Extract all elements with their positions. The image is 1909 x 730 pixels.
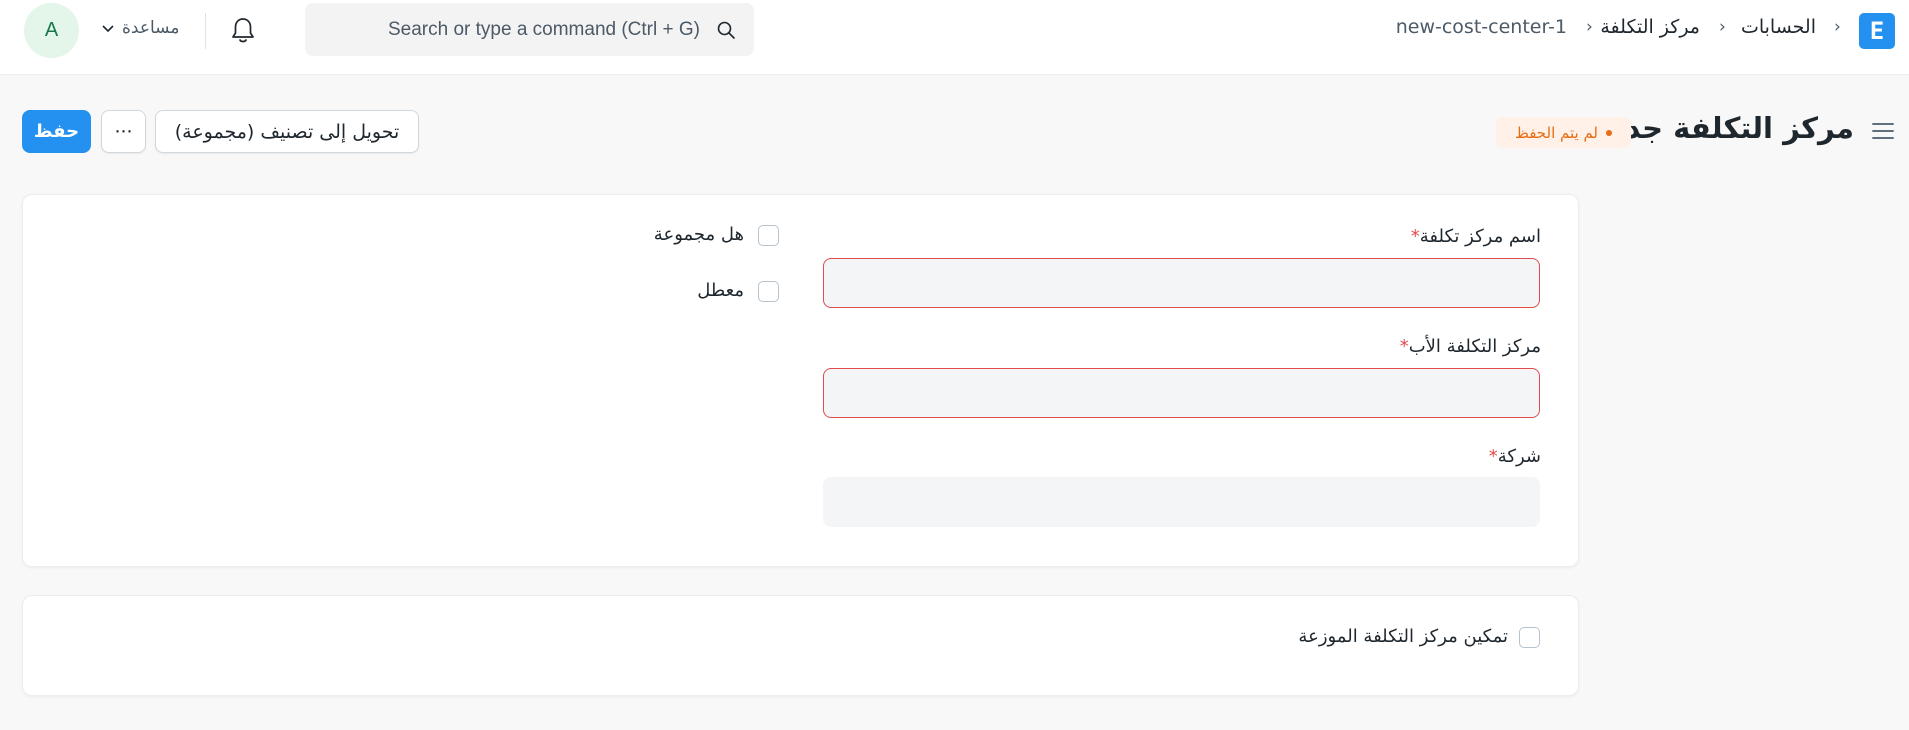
company-label: شركة* [1485, 446, 1541, 467]
disabled-checkbox[interactable] [758, 281, 779, 302]
navbar-divider [205, 13, 206, 49]
search-icon [716, 20, 736, 44]
save-button[interactable]: حفظ [22, 110, 91, 153]
chevron-down-icon [102, 18, 114, 38]
parent-cost-center-input[interactable] [823, 368, 1540, 418]
company-label-text: شركة [1497, 446, 1541, 467]
breadcrumb-separator-icon: › [1586, 17, 1593, 37]
breadcrumb-item-current: new-cost-center-1 [1395, 16, 1567, 38]
cost-center-name-input[interactable] [823, 258, 1540, 308]
avatar[interactable]: A [24, 3, 79, 58]
is-group-label[interactable]: هل مجموعة [654, 224, 744, 245]
parent-cost-center-label-text: مركز التكلفة الأب [1408, 336, 1541, 357]
required-marker: * [1410, 226, 1420, 247]
breadcrumb-item-cost-center[interactable]: مركز التكلفة [1600, 16, 1700, 38]
breadcrumb-separator-icon: › [1834, 17, 1841, 37]
company-input[interactable] [823, 477, 1540, 527]
help-dropdown[interactable]: مساعدة [102, 18, 179, 38]
status-badge: لم يتم الحفظ [1496, 117, 1631, 148]
app-logo[interactable]: E [1859, 13, 1895, 49]
help-label: مساعدة [122, 18, 180, 38]
breadcrumb-item-accounts[interactable]: الحسابات [1741, 16, 1816, 38]
sidebar-toggle-icon[interactable] [1871, 121, 1895, 145]
bell-icon[interactable] [230, 16, 256, 48]
is-group-checkbox[interactable] [758, 225, 779, 246]
disabled-label[interactable]: معطل [697, 280, 744, 301]
required-marker: * [1488, 446, 1498, 467]
convert-to-group-button[interactable]: تحويل إلى تصنيف (مجموعة) [155, 110, 419, 153]
parent-cost-center-label: مركز التكلفة الأب* [1396, 336, 1541, 357]
cost-center-name-label-text: اسم مركز تكلفة [1419, 226, 1541, 247]
distributed-cost-center-checkbox[interactable] [1519, 627, 1540, 648]
navbar: E › الحسابات › مركز التكلفة › new-cost-c… [0, 0, 1909, 75]
required-marker: * [1399, 336, 1409, 357]
search-bar[interactable]: Search or type a command (Ctrl + G) [305, 3, 754, 56]
cost-center-name-label: اسم مركز تكلفة* [1407, 226, 1541, 247]
status-dot-icon [1606, 129, 1613, 136]
breadcrumb-separator-icon: › [1719, 17, 1726, 37]
search-input-placeholder[interactable]: Search or type a command (Ctrl + G) [388, 19, 700, 41]
status-text: لم يتم الحفظ [1514, 123, 1599, 142]
page-title: مركز التكلفة جديد [1597, 111, 1854, 145]
distributed-cost-center-label[interactable]: تمكين مركز التكلفة الموزعة [1298, 626, 1508, 647]
more-actions-button[interactable]: ··· [101, 110, 146, 153]
